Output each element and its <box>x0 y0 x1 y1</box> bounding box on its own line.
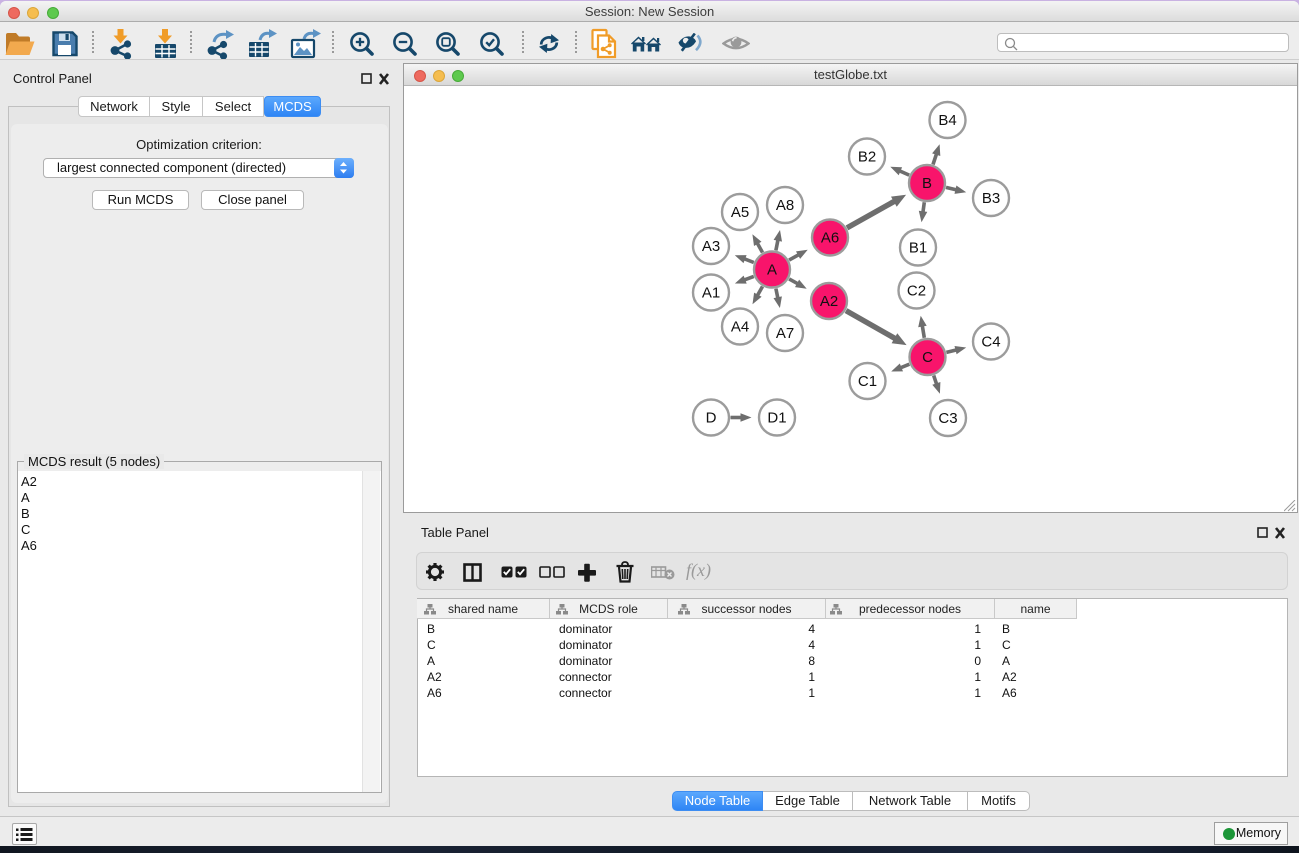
svg-text:D: D <box>706 410 717 427</box>
svg-text:B: B <box>922 175 932 192</box>
svg-text:B2: B2 <box>858 149 876 166</box>
svg-text:C3: C3 <box>938 410 957 427</box>
svg-text:C: C <box>922 349 933 366</box>
svg-text:A5: A5 <box>731 204 749 221</box>
svg-text:A1: A1 <box>702 285 720 302</box>
svg-text:B3: B3 <box>982 190 1000 207</box>
svg-text:B1: B1 <box>909 240 927 257</box>
svg-text:A8: A8 <box>776 197 794 214</box>
svg-text:C1: C1 <box>858 373 877 390</box>
svg-text:A6: A6 <box>821 230 839 247</box>
svg-text:A2: A2 <box>820 293 838 310</box>
svg-text:C4: C4 <box>981 334 1000 351</box>
svg-text:C2: C2 <box>907 283 926 300</box>
svg-text:B4: B4 <box>938 112 956 129</box>
svg-text:A7: A7 <box>776 325 794 342</box>
svg-text:A3: A3 <box>702 238 720 255</box>
svg-text:D1: D1 <box>767 410 786 427</box>
svg-text:A4: A4 <box>731 319 749 336</box>
svg-text:A: A <box>767 262 777 279</box>
